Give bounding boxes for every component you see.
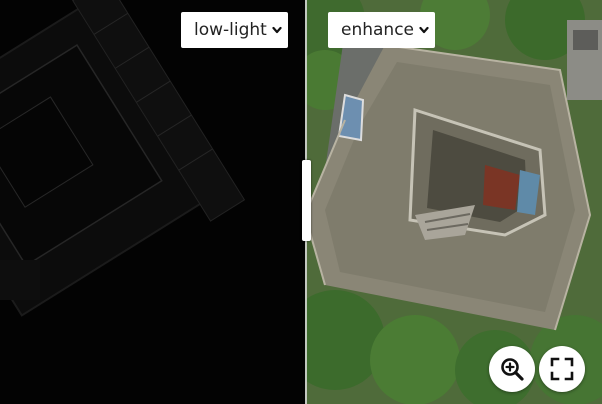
left-image-select-value: low-light: [194, 20, 267, 40]
fullscreen-button[interactable]: [539, 346, 585, 392]
image-comparison-viewer[interactable]: low-light enhance: [0, 0, 602, 404]
chevron-down-icon: [272, 26, 282, 34]
left-image-select[interactable]: low-light: [181, 12, 288, 48]
right-image-select[interactable]: enhance: [328, 12, 435, 48]
zoom-button[interactable]: [489, 346, 535, 392]
right-image-select-value: enhance: [341, 20, 415, 40]
enhanced-image-pane: [305, 0, 602, 404]
low-light-aerial-image: [0, 0, 305, 404]
low-light-image-pane: [0, 0, 305, 404]
chevron-down-icon: [419, 26, 429, 34]
fullscreen-icon: [550, 357, 574, 381]
zoom-in-icon: [501, 358, 524, 381]
divider-drag-handle[interactable]: [302, 160, 311, 241]
enhanced-aerial-image: [305, 0, 602, 404]
